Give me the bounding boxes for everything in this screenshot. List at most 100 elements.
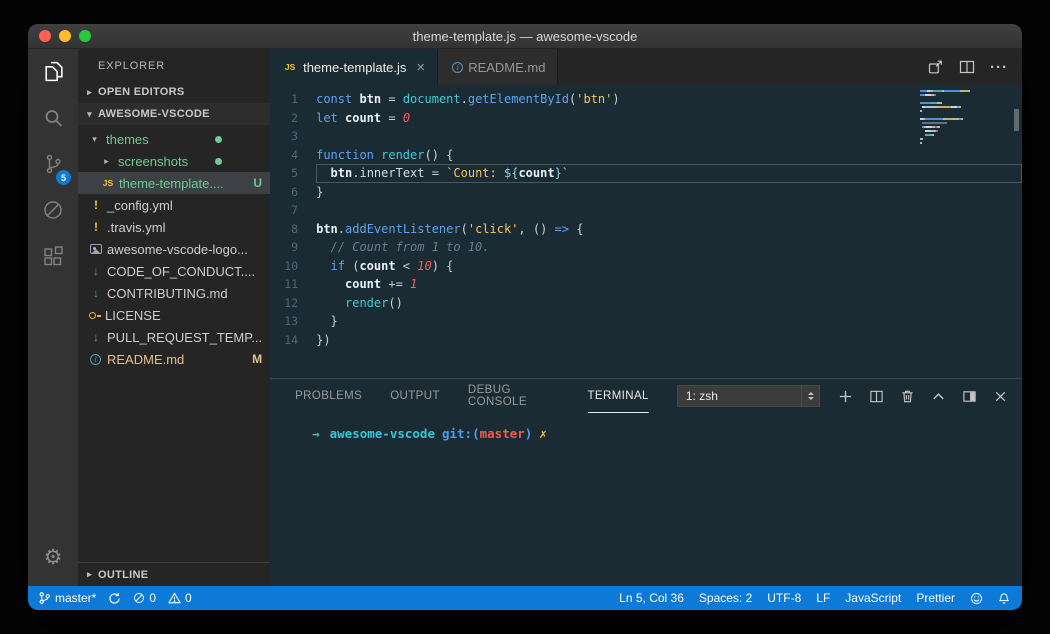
maximize-panel-icon[interactable] <box>931 389 946 404</box>
status-indentation[interactable]: Spaces: 2 <box>699 591 752 605</box>
tree-item-themes[interactable]: ▾themes <box>78 128 270 150</box>
terminal-picker[interactable]: 1: zsh <box>677 385 820 407</box>
more-actions-icon[interactable]: ··· <box>990 59 1008 76</box>
code-line[interactable]: 7 <box>270 201 1022 220</box>
code-line[interactable]: 11 count += 1 <box>270 275 1022 294</box>
chevron-right-icon: ▸ <box>83 87 96 98</box>
code-line[interactable]: 8btn.addEventListener('click', () => { <box>270 220 1022 239</box>
tree-item-theme-template[interactable]: JStheme-template....U <box>78 172 270 194</box>
open-editors-section[interactable]: ▸ OPEN EDITORS <box>78 81 270 103</box>
file-label: CONTRIBUTING.md <box>107 286 228 301</box>
minimap[interactable] <box>920 90 1008 146</box>
terminal-content[interactable]: →awesome-vscodegit:(master)✗ <box>270 413 1022 586</box>
line-number: 11 <box>270 275 316 294</box>
editor-scrollbar[interactable] <box>1014 109 1019 131</box>
activity-explorer[interactable] <box>28 51 78 97</box>
code-line[interactable]: 10 if (count < 10) { <box>270 257 1022 276</box>
source-control-badge: 5 <box>56 170 71 185</box>
panel-tab-problems[interactable]: PROBLEMS <box>295 379 362 413</box>
line-number: 7 <box>270 201 316 220</box>
code-line[interactable]: 2let count = 0 <box>270 109 1022 128</box>
open-changes-icon[interactable] <box>927 59 944 75</box>
status-sync[interactable] <box>108 592 121 605</box>
status-notifications[interactable] <box>998 592 1010 605</box>
file-label: _config.yml <box>107 198 173 213</box>
chevron-down-icon: ▾ <box>83 109 96 120</box>
error-icon <box>133 592 145 604</box>
line-content: } <box>316 312 1022 331</box>
close-window-button[interactable] <box>39 30 51 42</box>
code-line[interactable]: 1const btn = document.getElementById('bt… <box>270 90 1022 109</box>
tree-item-pull-request-temp[interactable]: ↓PULL_REQUEST_TEMP... <box>78 326 270 348</box>
yml-icon: ! <box>88 220 104 234</box>
close-tab-icon[interactable]: × <box>416 59 425 76</box>
line-number: 14 <box>270 331 316 350</box>
tree-item-screenshots[interactable]: ▸screenshots <box>78 150 270 172</box>
file-label: awesome-vscode-logo... <box>107 242 248 257</box>
info-icon: i <box>90 354 101 365</box>
status-feedback[interactable] <box>970 592 983 605</box>
split-editor-icon[interactable] <box>959 59 975 75</box>
status-warnings[interactable]: 0 <box>168 591 192 605</box>
status-git-branch[interactable]: master* <box>38 591 96 605</box>
outline-label: OUTLINE <box>98 569 148 581</box>
tree-item-travis-yml[interactable]: !.travis.yml <box>78 216 270 238</box>
tab-label: README.md <box>468 60 545 75</box>
zoom-window-button[interactable] <box>79 30 91 42</box>
code-line[interactable]: 6} <box>270 183 1022 202</box>
panel-tab-terminal[interactable]: TERMINAL <box>588 379 649 413</box>
line-content <box>316 127 1022 146</box>
open-editors-label: OPEN EDITORS <box>98 86 185 98</box>
status-label: JavaScript <box>845 591 901 605</box>
status-label: Spaces: 2 <box>699 591 752 605</box>
activity-settings[interactable]: ⚙ <box>28 534 78 580</box>
line-content: btn.innerText = `Count: ${count}` <box>316 164 1022 183</box>
prompt-arrow: → <box>312 426 320 441</box>
code-line[interactable]: 13 } <box>270 312 1022 331</box>
code-editor[interactable]: 1const btn = document.getElementById('bt… <box>270 85 1022 378</box>
code-line[interactable]: 12 render() <box>270 294 1022 313</box>
status-language-mode[interactable]: JavaScript <box>845 591 901 605</box>
git-changes-dot-icon <box>215 136 222 143</box>
outline-section[interactable]: ▸ OUTLINE <box>78 562 270 586</box>
close-panel-icon[interactable] <box>993 389 1008 404</box>
window-controls <box>39 24 91 48</box>
split-terminal-icon[interactable] <box>869 389 884 404</box>
code-line[interactable]: 9 // Count from 1 to 10. <box>270 238 1022 257</box>
status-cursor-position[interactable]: Ln 5, Col 36 <box>619 591 684 605</box>
toggle-panel-position-icon[interactable] <box>962 389 977 404</box>
code-line[interactable]: 5 btn.innerText = `Count: ${count}` <box>270 164 1022 183</box>
tree-item-awesome-vscode-logo[interactable]: awesome-vscode-logo... <box>78 238 270 260</box>
status-errors[interactable]: 0 <box>133 591 156 605</box>
git-status-badge: M <box>252 352 262 366</box>
activity-extensions[interactable] <box>28 235 78 281</box>
workspace-root-section[interactable]: ▾ AWESOME-VSCODE <box>78 103 270 125</box>
code-line[interactable]: 14}) <box>270 331 1022 350</box>
line-number: 13 <box>270 312 316 331</box>
editor-region: JStheme-template.js×iREADME.md ··· 1cons… <box>270 49 1022 586</box>
tree-item-code-of-conduct[interactable]: ↓CODE_OF_CONDUCT.... <box>78 260 270 282</box>
new-terminal-icon[interactable] <box>838 389 853 404</box>
code-line[interactable]: 4function render() { <box>270 146 1022 165</box>
minimize-window-button[interactable] <box>59 30 71 42</box>
activity-search[interactable] <box>28 97 78 143</box>
status-eol[interactable]: LF <box>816 591 830 605</box>
editor-actions: ··· <box>927 49 1022 85</box>
explorer-sidebar: EXPLORER ▸ OPEN EDITORS ▾ AWESOME-VSCODE… <box>78 49 270 586</box>
tab-readme-md[interactable]: iREADME.md <box>438 49 558 85</box>
status-encoding[interactable]: UTF-8 <box>767 591 801 605</box>
code-line[interactable]: 3 <box>270 127 1022 146</box>
terminal-picker-value: 1: zsh <box>686 389 718 403</box>
tab-theme-template-js[interactable]: JStheme-template.js× <box>270 49 438 85</box>
tree-item-license[interactable]: LICENSE <box>78 304 270 326</box>
activity-debug[interactable] <box>28 189 78 235</box>
tree-item-contributing-md[interactable]: ↓CONTRIBUTING.md <box>78 282 270 304</box>
tree-item-readme-md[interactable]: iREADME.mdM <box>78 348 270 370</box>
status-formatter[interactable]: Prettier <box>916 591 955 605</box>
kill-terminal-icon[interactable] <box>900 389 915 404</box>
activity-source-control[interactable]: 5 <box>28 143 78 189</box>
panel-tab-debug-console[interactable]: DEBUG CONSOLE <box>468 379 560 413</box>
tree-item-config-yml[interactable]: !_config.yml <box>78 194 270 216</box>
panel-tab-output[interactable]: OUTPUT <box>390 379 440 413</box>
prompt-cwd: awesome-vscode <box>330 426 435 441</box>
